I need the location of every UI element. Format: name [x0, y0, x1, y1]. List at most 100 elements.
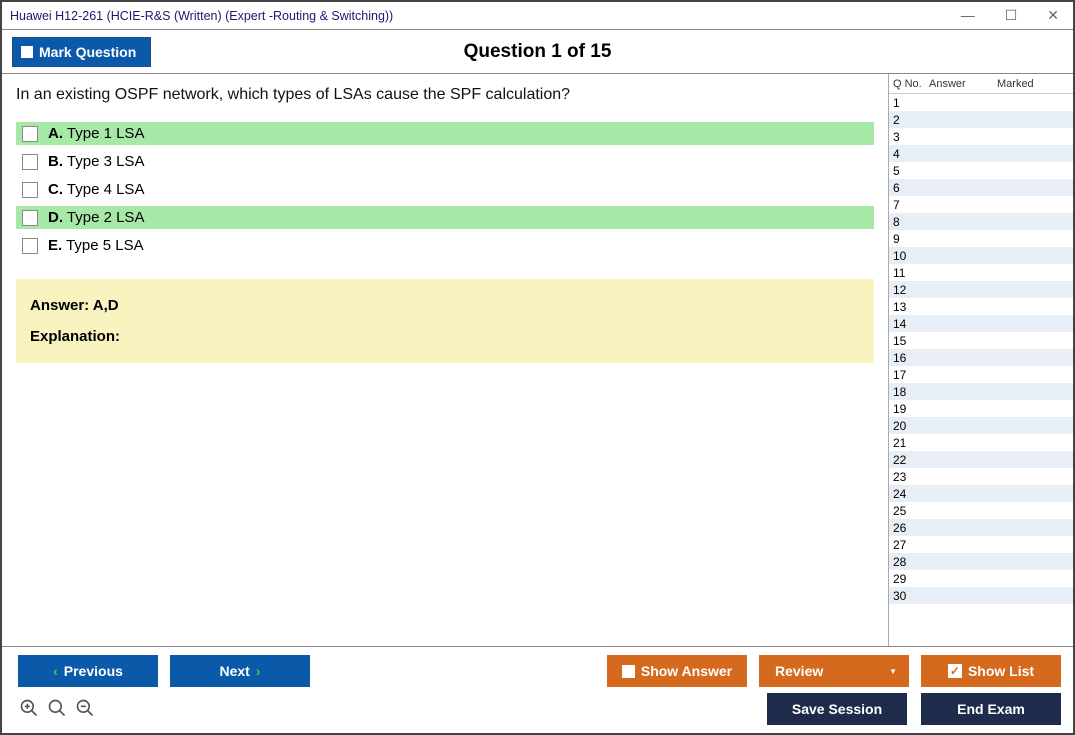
checkbox-icon — [22, 126, 38, 142]
titlebar: Huawei H12-261 (HCIE-R&S (Written) (Expe… — [2, 2, 1073, 30]
checkbox-icon — [22, 210, 38, 226]
close-button[interactable]: ✕ — [1041, 5, 1065, 26]
question-row[interactable]: 23 — [889, 468, 1073, 485]
question-row[interactable]: 16 — [889, 349, 1073, 366]
header-row: Mark Question Question 1 of 15 — [2, 30, 1073, 74]
question-row[interactable]: 7 — [889, 196, 1073, 213]
choice-label: C. Type 4 LSA — [48, 181, 144, 198]
choice-d[interactable]: D. Type 2 LSA — [16, 206, 874, 229]
choice-e[interactable]: E. Type 5 LSA — [16, 234, 874, 257]
question-row[interactable]: 30 — [889, 587, 1073, 604]
col-qno: Q No. — [889, 78, 929, 90]
checkbox-icon — [622, 665, 635, 678]
question-row[interactable]: 19 — [889, 400, 1073, 417]
footer: ‹ Previous Next › Show Answer Review ▼ ✓… — [2, 646, 1073, 733]
question-row[interactable]: 15 — [889, 332, 1073, 349]
question-row[interactable]: 4 — [889, 145, 1073, 162]
row-number: 30 — [889, 589, 929, 603]
show-list-label: Show List — [968, 663, 1034, 679]
question-row[interactable]: 26 — [889, 519, 1073, 536]
question-row[interactable]: 14 — [889, 315, 1073, 332]
explanation-label: Explanation: — [30, 328, 860, 345]
question-list[interactable]: 1234567891011121314151617181920212223242… — [889, 94, 1073, 646]
question-row[interactable]: 27 — [889, 536, 1073, 553]
question-row[interactable]: 29 — [889, 570, 1073, 587]
show-answer-label: Show Answer — [641, 663, 732, 679]
question-row[interactable]: 8 — [889, 213, 1073, 230]
checkbox-icon — [22, 154, 38, 170]
previous-button[interactable]: ‹ Previous — [18, 655, 158, 687]
question-row[interactable]: 9 — [889, 230, 1073, 247]
choice-c[interactable]: C. Type 4 LSA — [16, 178, 874, 201]
row-number: 8 — [889, 215, 929, 229]
question-row[interactable]: 25 — [889, 502, 1073, 519]
save-session-label: Save Session — [792, 701, 882, 717]
question-row[interactable]: 24 — [889, 485, 1073, 502]
row-number: 1 — [889, 96, 929, 110]
question-list-panel: Q No. Answer Marked 12345678910111213141… — [888, 74, 1073, 646]
show-answer-button[interactable]: Show Answer — [607, 655, 747, 687]
choice-label: A. Type 1 LSA — [48, 125, 144, 142]
col-answer: Answer — [929, 78, 997, 90]
zoom-out-icon — [75, 698, 95, 718]
choice-label: E. Type 5 LSA — [48, 237, 144, 254]
checkbox-icon — [22, 238, 38, 254]
mark-question-button[interactable]: Mark Question — [12, 37, 151, 67]
answer-label: Answer: A,D — [30, 297, 860, 314]
end-exam-label: End Exam — [957, 701, 1025, 717]
next-button[interactable]: Next › — [170, 655, 310, 687]
checkbox-icon — [22, 182, 38, 198]
question-text: In an existing OSPF network, which types… — [16, 86, 874, 104]
choice-label: B. Type 3 LSA — [48, 153, 144, 170]
button-row-primary: ‹ Previous Next › Show Answer Review ▼ ✓… — [18, 655, 1061, 687]
choice-a[interactable]: A. Type 1 LSA — [16, 122, 874, 145]
window-controls: — ☐ ✕ — [955, 5, 1065, 26]
question-row[interactable]: 3 — [889, 128, 1073, 145]
question-row[interactable]: 18 — [889, 383, 1073, 400]
maximize-button[interactable]: ☐ — [999, 5, 1024, 26]
end-exam-button[interactable]: End Exam — [921, 693, 1061, 725]
question-row[interactable]: 13 — [889, 298, 1073, 315]
row-number: 16 — [889, 351, 929, 365]
zoom-out-button[interactable] — [74, 697, 96, 719]
show-list-button[interactable]: ✓ Show List — [921, 655, 1061, 687]
review-label: Review — [775, 663, 823, 679]
question-row[interactable]: 2 — [889, 111, 1073, 128]
row-number: 28 — [889, 555, 929, 569]
question-row[interactable]: 11 — [889, 264, 1073, 281]
main-panel: In an existing OSPF network, which types… — [2, 74, 888, 646]
question-row[interactable]: 28 — [889, 553, 1073, 570]
question-row[interactable]: 22 — [889, 451, 1073, 468]
row-number: 17 — [889, 368, 929, 382]
body: In an existing OSPF network, which types… — [2, 74, 1073, 646]
minimize-button[interactable]: — — [955, 5, 981, 26]
row-number: 4 — [889, 147, 929, 161]
choice-b[interactable]: B. Type 3 LSA — [16, 150, 874, 173]
review-dropdown[interactable]: Review ▼ — [759, 655, 909, 687]
question-row[interactable]: 12 — [889, 281, 1073, 298]
question-row[interactable]: 17 — [889, 366, 1073, 383]
zoom-in-button[interactable] — [18, 697, 40, 719]
row-number: 5 — [889, 164, 929, 178]
choice-label: D. Type 2 LSA — [48, 209, 144, 226]
zoom-reset-button[interactable] — [46, 697, 68, 719]
next-label: Next — [219, 663, 249, 679]
chevron-left-icon: ‹ — [53, 663, 58, 679]
question-row[interactable]: 6 — [889, 179, 1073, 196]
question-row[interactable]: 5 — [889, 162, 1073, 179]
choices-list: A. Type 1 LSA B. Type 3 LSA C. Type 4 LSA D… — [16, 122, 874, 257]
question-row[interactable]: 10 — [889, 247, 1073, 264]
row-number: 27 — [889, 538, 929, 552]
row-number: 23 — [889, 470, 929, 484]
window-title: Huawei H12-261 (HCIE-R&S (Written) (Expe… — [10, 9, 393, 23]
previous-label: Previous — [64, 663, 123, 679]
row-number: 9 — [889, 232, 929, 246]
question-row[interactable]: 1 — [889, 94, 1073, 111]
question-list-header: Q No. Answer Marked — [889, 74, 1073, 94]
row-number: 26 — [889, 521, 929, 535]
question-row[interactable]: 20 — [889, 417, 1073, 434]
row-number: 13 — [889, 300, 929, 314]
question-row[interactable]: 21 — [889, 434, 1073, 451]
row-number: 3 — [889, 130, 929, 144]
save-session-button[interactable]: Save Session — [767, 693, 907, 725]
